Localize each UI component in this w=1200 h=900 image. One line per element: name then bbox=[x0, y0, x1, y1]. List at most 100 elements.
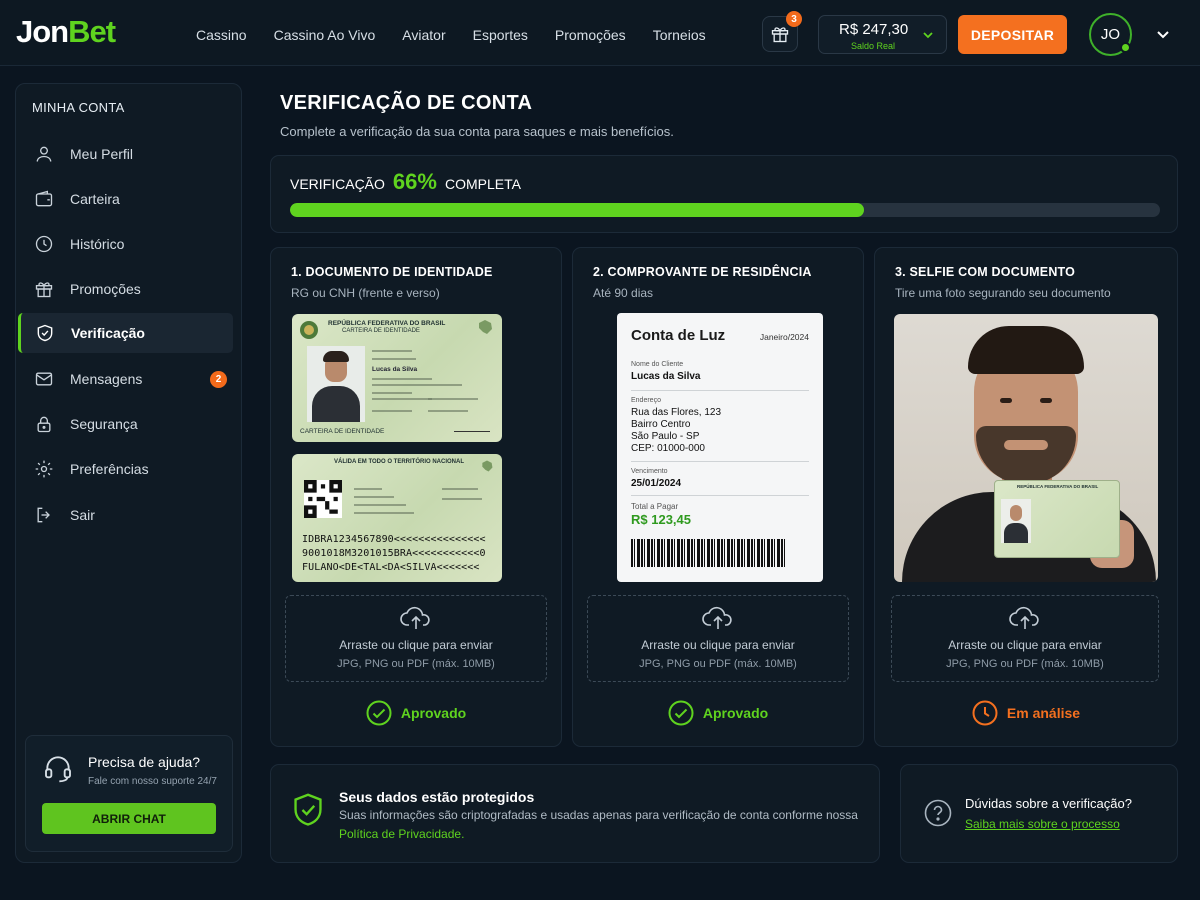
id-front-footer: CARTEIRA DE IDENTIDADE bbox=[300, 428, 385, 435]
brazil-map-icon bbox=[479, 320, 492, 334]
nav-torneios[interactable]: Torneios bbox=[653, 27, 706, 43]
card-subtitle: Tire uma foto segurando seu documento bbox=[895, 286, 1111, 300]
bill-address-line: CEP: 01000-000 bbox=[631, 443, 705, 454]
status-approved: Aprovado bbox=[573, 700, 863, 726]
upload-dropzone[interactable]: Arraste ou clique para enviar JPG, PNG o… bbox=[587, 595, 849, 682]
barcode bbox=[631, 539, 785, 567]
gift-badge: 3 bbox=[786, 11, 802, 27]
mrz-line-1: IDBRA1234567890<<<<<<<<<<<<<<< bbox=[302, 534, 486, 545]
progress-prefix: VERIFICAÇÃO bbox=[290, 176, 385, 192]
sidebar-item-verificacao[interactable]: Verificação bbox=[18, 313, 233, 353]
selfie-with-document-card: 3. SELFIE COM DOCUMENTO Tire uma foto se… bbox=[874, 247, 1178, 747]
upload-dropzone[interactable]: Arraste ou clique para enviar JPG, PNG o… bbox=[891, 595, 1159, 682]
page-title: VERIFICAÇÃO DE CONTA bbox=[280, 92, 533, 114]
id-holder-name: Lucas da Silva bbox=[372, 366, 418, 373]
online-status-dot bbox=[1120, 42, 1131, 53]
upload-dropzone[interactable]: Arraste ou clique para enviar JPG, PNG o… bbox=[285, 595, 547, 682]
proof-of-address-card: 2. COMPROVANTE DE RESIDÊNCIA Até 90 dias… bbox=[572, 247, 864, 747]
chevron-down-icon bbox=[923, 32, 933, 39]
upload-formats: JPG, PNG ou PDF (máx. 10MB) bbox=[946, 658, 1104, 670]
brazil-seal-icon bbox=[300, 321, 318, 339]
deposit-button[interactable]: DEPOSITAR bbox=[958, 15, 1067, 54]
card-subtitle: Até 90 dias bbox=[593, 286, 654, 300]
mrz-line-2: 9001018M3201015BRA<<<<<<<<<<<0 bbox=[302, 548, 486, 559]
faq-title: Dúvidas sobre a verificação? bbox=[965, 796, 1132, 811]
id-back-header: VÁLIDA EM TODO O TERRITÓRIO NACIONAL bbox=[334, 459, 464, 465]
id-photo bbox=[307, 346, 365, 422]
cloud-upload-icon bbox=[1009, 606, 1039, 629]
bill-client-label: Nome do Cliente bbox=[631, 361, 684, 368]
check-circle-icon bbox=[366, 700, 392, 726]
sidebar-item-promocoes[interactable]: Promoções bbox=[18, 269, 233, 309]
sidebar-item-label: Preferências bbox=[70, 461, 149, 477]
balance-label: Saldo Real bbox=[851, 41, 896, 51]
id-card-front-image: REPÚBLICA FEDERATIVA DO BRASIL CARTEIRA … bbox=[292, 314, 502, 442]
sidebar-item-carteira[interactable]: Carteira bbox=[18, 179, 233, 219]
bill-total: R$ 123,45 bbox=[631, 512, 691, 527]
main-nav: Cassino Cassino Ao Vivo Aviator Esportes… bbox=[196, 27, 733, 43]
cloud-upload-icon bbox=[702, 606, 732, 629]
page-subtitle: Complete a verificação da sua conta para… bbox=[280, 124, 674, 139]
bill-address-line: São Paulo - SP bbox=[631, 431, 700, 442]
selfie-photo: REPÚBLICA FEDERATIVA DO BRASIL bbox=[894, 314, 1158, 582]
status-approved: Aprovado bbox=[271, 700, 561, 726]
card-title: 2. COMPROVANTE DE RESIDÊNCIA bbox=[593, 265, 812, 279]
nav-aviator[interactable]: Aviator bbox=[402, 27, 445, 43]
status-in-review: Em análise bbox=[875, 700, 1177, 726]
nav-cassino[interactable]: Cassino bbox=[196, 27, 247, 43]
security-text: Suas informações são criptografadas e us… bbox=[339, 806, 869, 844]
bill-client: Lucas da Silva bbox=[631, 371, 701, 382]
id-front-header-2: CARTEIRA DE IDENTIDADE bbox=[342, 328, 420, 334]
shield-check-icon bbox=[294, 793, 322, 826]
verification-progress-card: VERIFICAÇÃO 66% COMPLETA bbox=[270, 155, 1178, 233]
nav-promocoes[interactable]: Promoções bbox=[555, 27, 626, 43]
data-protection-card: Seus dados estão protegidos Suas informa… bbox=[270, 764, 880, 863]
open-chat-button[interactable]: ABRIR CHAT bbox=[42, 803, 216, 834]
gift-button[interactable]: 3 bbox=[762, 11, 802, 52]
signature-mark bbox=[454, 422, 490, 432]
upload-instruction: Arraste ou clique para enviar bbox=[641, 638, 795, 652]
held-id-header: REPÚBLICA FEDERATIVA DO BRASIL bbox=[1017, 484, 1099, 489]
held-id-card: REPÚBLICA FEDERATIVA DO BRASIL bbox=[994, 480, 1120, 558]
avatar-initials: JO bbox=[1100, 26, 1121, 43]
bill-title: Conta de Luz bbox=[631, 327, 726, 344]
help-circle-icon bbox=[924, 799, 952, 827]
sidebar-item-preferencias[interactable]: Preferências bbox=[18, 449, 233, 489]
help-subtitle: Fale com nosso suporte 24/7 bbox=[88, 776, 217, 787]
utility-bill-image: Conta de Luz Janeiro/2024 Nome do Client… bbox=[617, 313, 823, 582]
card-title: 1. DOCUMENTO DE IDENTIDADE bbox=[291, 265, 493, 279]
upload-instruction: Arraste ou clique para enviar bbox=[948, 638, 1102, 652]
chevron-down-icon[interactable] bbox=[1156, 28, 1170, 42]
sidebar-item-sair[interactable]: Sair bbox=[18, 495, 233, 535]
id-card-back-image: VÁLIDA EM TODO O TERRITÓRIO NACIONAL IDB… bbox=[292, 454, 502, 582]
nav-cassino-ao-vivo[interactable]: Cassino Ao Vivo bbox=[274, 27, 376, 43]
messages-badge: 2 bbox=[210, 371, 227, 388]
cloud-upload-icon bbox=[400, 606, 430, 629]
clock-icon bbox=[972, 700, 998, 726]
card-subtitle: RG ou CNH (frente e verso) bbox=[291, 286, 440, 300]
id-front-header-1: REPÚBLICA FEDERATIVA DO BRASIL bbox=[328, 320, 446, 327]
sidebar-item-mensagens[interactable]: Mensagens 2 bbox=[18, 359, 233, 399]
gift-icon bbox=[35, 282, 53, 298]
avatar[interactable]: JO bbox=[1089, 13, 1132, 56]
top-header: JonBet Cassino Cassino Ao Vivo Aviator E… bbox=[0, 0, 1200, 66]
nav-esportes[interactable]: Esportes bbox=[473, 27, 528, 43]
lock-icon bbox=[37, 416, 51, 433]
balance-dropdown[interactable]: R$ 247,30 Saldo Real bbox=[818, 15, 947, 54]
sidebar-item-seguranca[interactable]: Segurança bbox=[18, 404, 233, 444]
security-description: Suas informações são criptografadas e us… bbox=[339, 808, 858, 822]
status-label: Aprovado bbox=[400, 705, 467, 721]
clock-icon bbox=[35, 235, 53, 253]
status-label: Em análise bbox=[1006, 705, 1081, 721]
privacy-policy-link[interactable]: Política de Privacidade. bbox=[339, 827, 464, 841]
faq-link[interactable]: Saiba mais sobre o processo bbox=[965, 817, 1120, 831]
sidebar-item-historico[interactable]: Histórico bbox=[18, 224, 233, 264]
sidebar-item-label: Sair bbox=[70, 507, 95, 523]
status-label: Aprovado bbox=[702, 705, 769, 721]
wallet-icon bbox=[35, 190, 53, 207]
qr-code-icon bbox=[304, 480, 342, 518]
shield-check-icon bbox=[37, 324, 53, 342]
sidebar-item-meu-perfil[interactable]: Meu Perfil bbox=[18, 134, 233, 174]
logo[interactable]: JonBet bbox=[16, 14, 116, 50]
sidebar-item-label: Segurança bbox=[70, 416, 138, 432]
